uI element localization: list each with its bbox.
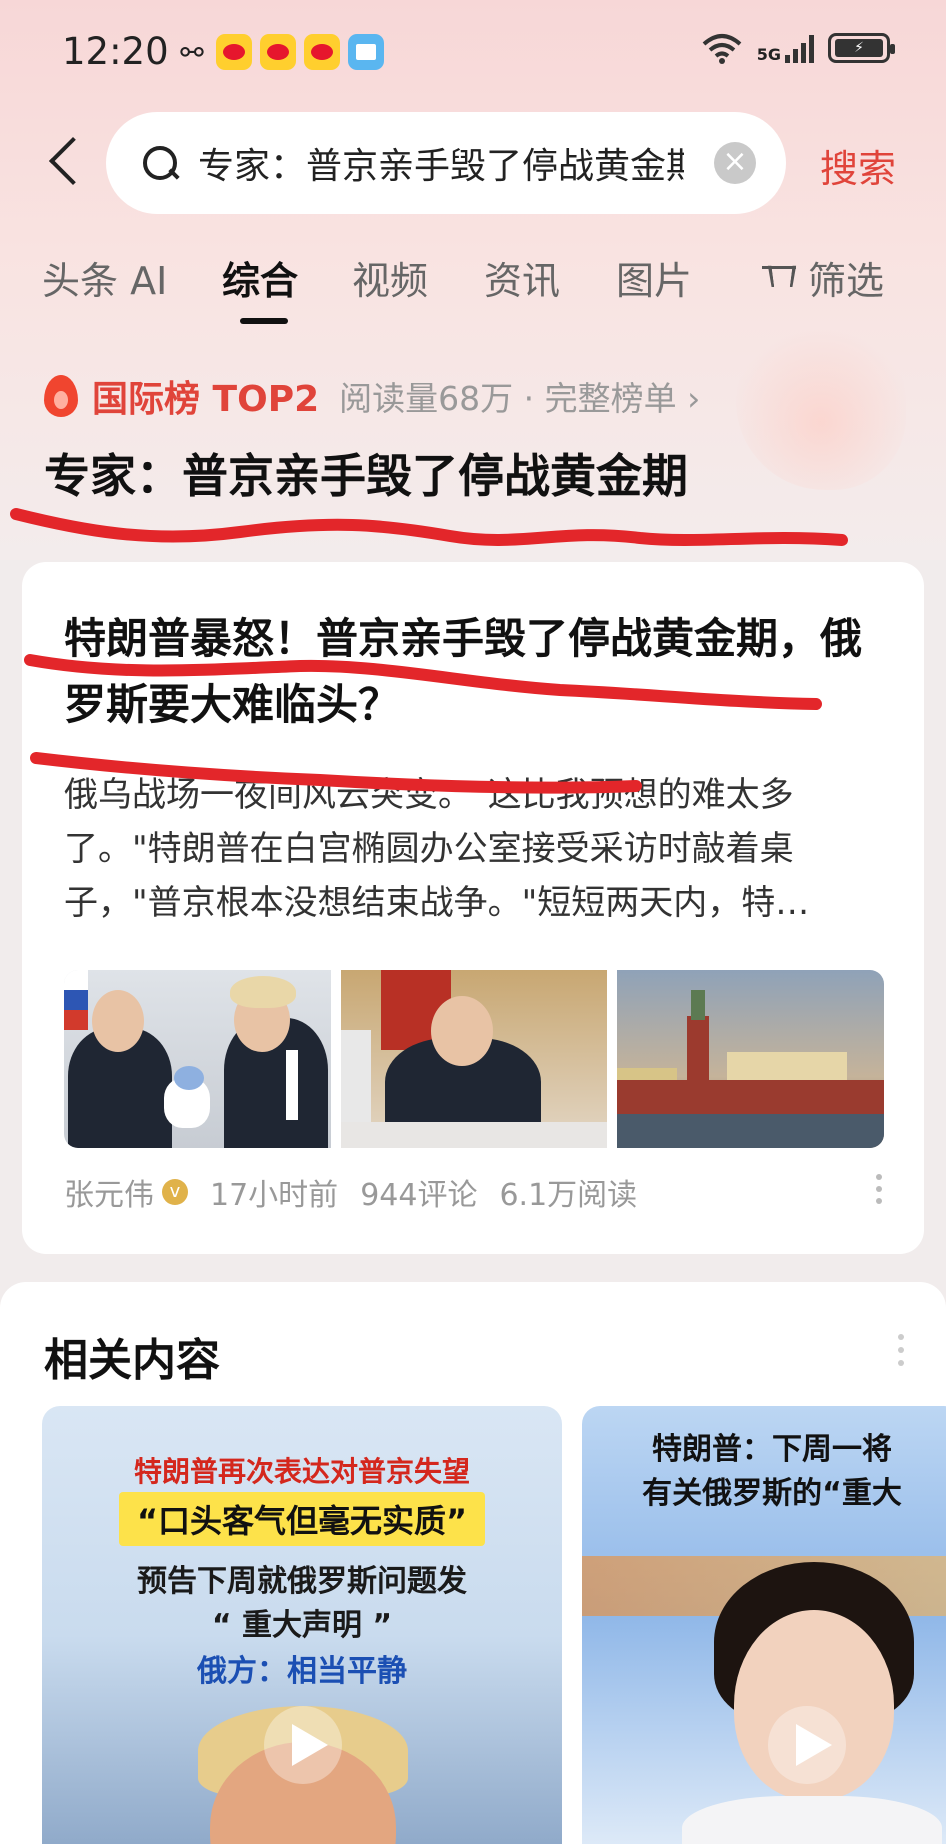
thumbnail-kremlin[interactable] (617, 970, 884, 1148)
video1-caption-5: 俄方：相当平静 (197, 1654, 407, 1689)
play-icon[interactable] (768, 1706, 846, 1784)
system-icons: 5G ⚡ (701, 32, 895, 64)
battery-icon: ⚡ (828, 33, 895, 63)
article-card[interactable]: 特朗普暴怒！普京亲手毁了停战黄金期，俄罗斯要大难临头？ 俄乌战场一夜间风云突变。… (22, 562, 924, 1254)
thumbnail-putin[interactable] (340, 970, 608, 1148)
video1-caption-1: 特朗普再次表达对普京失望 (133, 1455, 470, 1488)
search-query: 专家：普京亲手毁了停战黄金期 (198, 146, 684, 187)
read-count: 6.1万阅读 (499, 1178, 638, 1213)
video1-caption-4: “ 重大声明 ” (211, 1608, 393, 1643)
comment-count: 944评论 (360, 1178, 478, 1213)
book-icon (348, 34, 384, 70)
tab-images[interactable]: 图片 (616, 250, 692, 305)
filter-icon (760, 262, 798, 298)
article-meta: 张元伟 v 17小时前 944评论 6.1万阅读 (64, 1170, 659, 1214)
wifi-icon (702, 34, 742, 64)
ranking-meta[interactable]: 阅读量68万 · 完整榜单 › (339, 372, 700, 420)
notification-icons: ⚯ (176, 34, 384, 70)
video2-caption-1: 特朗普：下周一将 (652, 1432, 892, 1467)
related-section: 相关内容 特朗普再次表达对普京失望 “口头客气但毫无实质” 预告下周就俄罗斯问题… (0, 1282, 946, 1844)
back-button[interactable] (40, 128, 90, 198)
author-name[interactable]: 张元伟 (64, 1170, 154, 1214)
weibo-icon (216, 34, 252, 70)
tab-video[interactable]: 视频 (352, 250, 428, 305)
weibo-icon (260, 34, 296, 70)
ranking-label: 国际榜 TOP2 (92, 379, 320, 420)
article-summary: 俄乌战场一夜间风云突变。"这比我预想的难太多了。"特朗普在白宫椭圆办公室接受采访… (64, 775, 810, 923)
video1-caption-box: “口头客气但毫无实质” (42, 1492, 562, 1546)
weibo-icon (304, 34, 340, 70)
verified-icon: v (162, 1179, 188, 1205)
tab-comprehensive[interactable]: 综合 (222, 250, 298, 305)
video1-caption-2: “口头客气但毫无实质” (118, 1492, 486, 1546)
related-video-1[interactable]: 特朗普再次表达对普京失望 “口头客气但毫无实质” 预告下周就俄罗斯问题发 “ 重… (42, 1406, 562, 1844)
status-bar: 12:20 ⚯ 5G ⚡ (0, 0, 946, 100)
tab-news[interactable]: 资讯 (484, 250, 560, 305)
publish-time: 17小时前 (210, 1178, 339, 1213)
article-thumbnails[interactable] (64, 970, 884, 1148)
status-time: 12:20 (62, 30, 169, 73)
link-icon: ⚯ (180, 35, 204, 69)
thumbnail-putin-trump[interactable] (64, 970, 331, 1148)
tab-toutiao-ai[interactable]: 头条 AI (42, 250, 167, 305)
search-icon (140, 143, 180, 183)
signal-icon: 5G (757, 33, 814, 63)
search-input[interactable]: 专家：普京亲手毁了停战黄金期 × (106, 112, 786, 214)
result-tabs: 头条 AI 综合 视频 资讯 图片 筛选 (0, 250, 946, 330)
clear-search-button[interactable]: × (714, 142, 756, 184)
hot-topic-title[interactable]: 专家：普京亲手毁了停战黄金期 (44, 440, 688, 506)
search-button[interactable]: 搜索 (820, 138, 896, 193)
ranking-banner[interactable]: 国际榜 TOP2 阅读量68万 · 完整榜单 › (44, 370, 700, 422)
related-more-icon[interactable] (898, 1334, 906, 1374)
fire-icon (44, 375, 78, 417)
network-type: 5G (756, 45, 781, 64)
video2-caption-2: 有关俄罗斯的“重大 (642, 1476, 902, 1511)
video1-caption-3: 预告下周就俄罗斯问题发 (137, 1564, 467, 1599)
active-tab-indicator (240, 318, 288, 324)
article-title[interactable]: 特朗普暴怒！普京亲手毁了停战黄金期，俄罗斯要大难临头？ (64, 606, 884, 738)
related-video-2[interactable]: 特朗普：下周一将 有关俄罗斯的“重大 (582, 1406, 946, 1844)
related-title: 相关内容 (44, 1335, 220, 1386)
filter-label: 筛选 (808, 259, 885, 303)
filter-button[interactable]: 筛选 (760, 250, 884, 305)
play-icon[interactable] (264, 1706, 342, 1784)
more-options-icon[interactable] (876, 1174, 884, 1210)
